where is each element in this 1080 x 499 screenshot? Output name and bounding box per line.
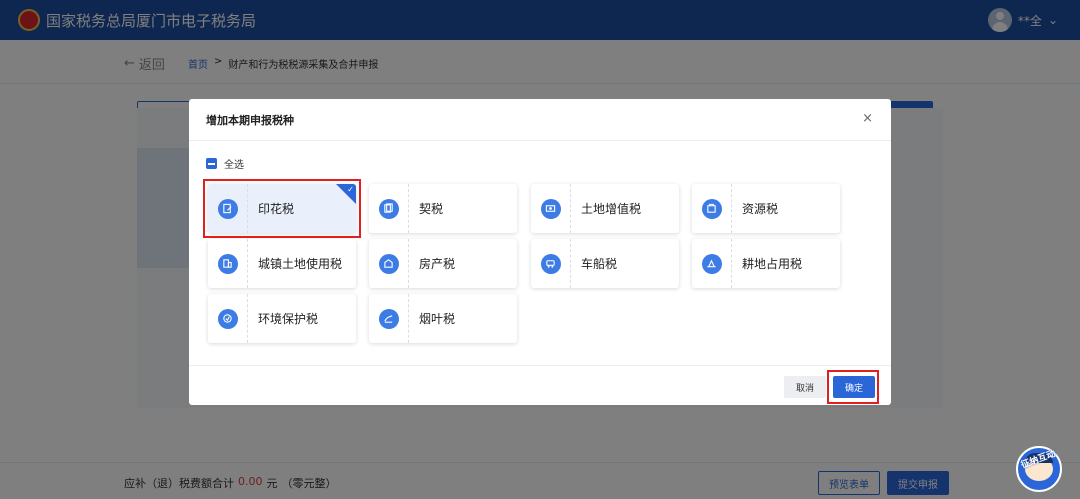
tax-card-label: 契税 (419, 202, 444, 216)
dialog-title: 增加本期申报税种 (206, 113, 294, 127)
tax-card-land-value-added-tax[interactable]: 土地增值税 (531, 184, 679, 233)
cancel-button[interactable]: 取消 (784, 376, 826, 398)
select-all-checkbox[interactable]: 全选 (206, 156, 244, 171)
select-all-label: 全选 (224, 160, 244, 171)
tax-card-property-tax[interactable]: 房产税 (369, 239, 517, 288)
close-icon[interactable]: × (862, 111, 873, 126)
farmland-icon (701, 253, 722, 274)
tax-card-label: 土地增值税 (581, 202, 642, 216)
highlight-box-confirm (827, 370, 879, 404)
checkbox-indeterminate-icon (206, 158, 217, 169)
tax-card-label: 房产税 (419, 257, 456, 271)
dialog-footer: 取消 确定 (189, 365, 891, 405)
tax-card-label: 耕地占用税 (742, 257, 803, 271)
land-value-icon (540, 198, 561, 219)
contract-icon (378, 198, 399, 219)
tax-card-vehicle-vessel-tax[interactable]: 车船税 (531, 239, 679, 288)
tax-card-deed-tax[interactable]: 契税 (369, 184, 517, 233)
tax-card-tobacco-tax[interactable]: 烟叶税 (369, 294, 517, 343)
tax-card-environmental-protection-tax[interactable]: 环境保护税 (208, 294, 356, 343)
add-tax-type-dialog: 增加本期申报税种 × 全选 印花税 ✓ 契税 土地增值税 资源税 城镇土地使用税… (189, 99, 891, 405)
tax-card-label: 烟叶税 (419, 312, 456, 326)
tax-card-urban-land-use-tax[interactable]: 城镇土地使用税 (208, 239, 356, 288)
tax-card-resource-tax[interactable]: 资源税 (692, 184, 840, 233)
resource-icon (701, 198, 722, 219)
tax-card-farmland-occupation-tax[interactable]: 耕地占用税 (692, 239, 840, 288)
house-icon (378, 253, 399, 274)
tobacco-icon (378, 308, 399, 329)
highlight-box-selected-card (203, 179, 361, 238)
urban-land-icon (217, 253, 238, 274)
tax-card-label: 车船税 (581, 257, 618, 271)
vehicle-icon (540, 253, 561, 274)
tax-card-label: 资源税 (742, 202, 779, 216)
tax-card-label: 环境保护税 (258, 312, 319, 326)
dialog-header: 增加本期申报税种 (189, 99, 891, 141)
environment-icon (217, 308, 238, 329)
tax-card-label: 城镇土地使用税 (258, 257, 343, 271)
